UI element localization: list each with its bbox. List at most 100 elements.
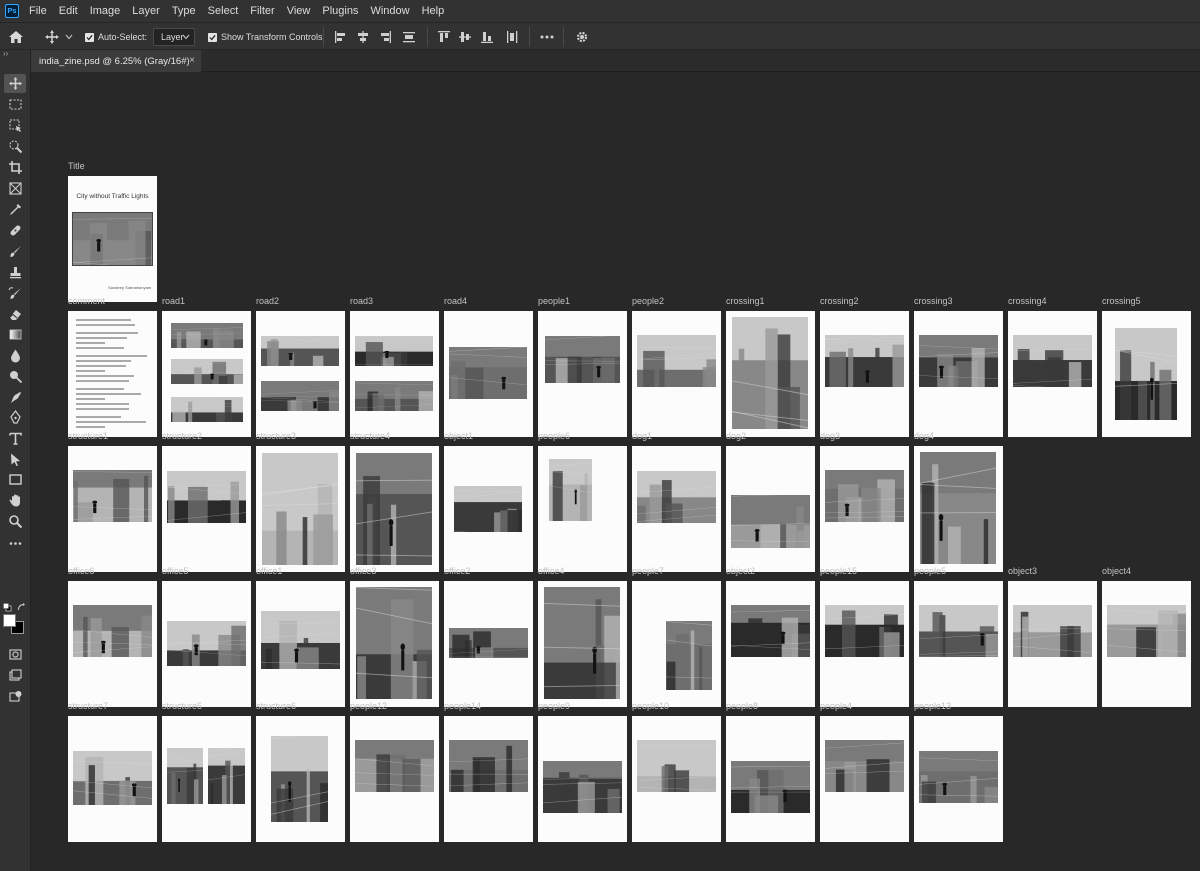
artboard-object2[interactable]: object2 (726, 566, 815, 707)
align-right-icon[interactable] (378, 23, 392, 51)
brush-tool-icon[interactable] (4, 242, 26, 261)
align-left-icon[interactable] (334, 23, 348, 51)
align-bottom-icon[interactable] (480, 23, 494, 51)
artboard-label[interactable]: crossing1 (726, 296, 765, 306)
artboard-label[interactable]: office2 (444, 566, 470, 576)
collapse-panel-icon[interactable]: ›› (0, 50, 31, 60)
artboard-crossing5[interactable]: crossing5 (1102, 296, 1191, 437)
menu-window[interactable]: Window (370, 5, 417, 17)
artboard-label[interactable]: Title (68, 161, 85, 171)
artboard-label[interactable]: road2 (256, 296, 279, 306)
artboard-label[interactable]: structure7 (68, 701, 108, 711)
menu-edit[interactable]: Edit (59, 5, 86, 17)
align-top-icon[interactable] (437, 23, 451, 51)
artboard-dog2[interactable]: dog2 (726, 431, 815, 572)
screen-mode-icon[interactable] (4, 666, 26, 685)
default-colors-icon[interactable] (3, 603, 12, 612)
artboard-label[interactable]: crossing4 (1008, 296, 1047, 306)
artboard-label[interactable]: object3 (1008, 566, 1037, 576)
crop-tool-icon[interactable] (4, 158, 26, 177)
show-transform-controls-checkbox[interactable]: Show Transform Controls (208, 23, 323, 51)
artboard-office4[interactable]: office4 (538, 566, 627, 707)
artboard-label[interactable]: office6 (68, 566, 94, 576)
artboard-people9[interactable]: people9 (538, 701, 627, 842)
eyedropper-tool-icon[interactable] (4, 200, 26, 219)
artboard-label[interactable]: object1 (444, 431, 473, 441)
artboard-people14[interactable]: people14 (444, 701, 533, 842)
artboard-people15[interactable]: people15 (820, 566, 909, 707)
dodge-tool-icon[interactable] (4, 367, 26, 386)
artboard-object3[interactable]: object3 (1008, 566, 1097, 707)
gear-icon[interactable] (575, 23, 589, 51)
artboard-object1[interactable]: object1 (444, 431, 533, 572)
artboard-road4[interactable]: road4 (444, 296, 533, 437)
artboard-dog3[interactable]: dog3 (820, 431, 909, 572)
menu-layer[interactable]: Layer (132, 5, 168, 17)
artboard-people2[interactable]: people2 (632, 296, 721, 437)
pen-tool-icon[interactable] (4, 408, 26, 427)
artboard-label[interactable]: comment (68, 296, 105, 306)
artboard-structure5[interactable]: structure5 (162, 701, 251, 842)
menu-view[interactable]: View (287, 5, 319, 17)
artboard-label[interactable]: road4 (444, 296, 467, 306)
swap-colors-icon[interactable] (17, 603, 26, 612)
artboard-label[interactable]: road1 (162, 296, 185, 306)
artboard-people4[interactable]: people4 (820, 701, 909, 842)
blur-tool-icon[interactable] (4, 346, 26, 365)
artboard-office3[interactable]: office3 (350, 566, 439, 707)
artboard-label[interactable]: dog4 (914, 431, 934, 441)
close-icon[interactable]: × (189, 55, 195, 66)
artboard-label[interactable]: people13 (914, 701, 951, 711)
artboard-label[interactable]: structure2 (162, 431, 202, 441)
type-tool-icon[interactable] (4, 429, 26, 448)
artboard-Title[interactable]: Title City without Traffic Lights Sandeep … (68, 161, 157, 302)
chevron-down-icon[interactable] (65, 23, 73, 51)
document-tab[interactable]: india_zine.psd @ 6.25% (Gray/16#) × (31, 50, 201, 72)
artboard-structure1[interactable]: structure1 (68, 431, 157, 572)
artboard-people10[interactable]: people10 (632, 701, 721, 842)
menu-select[interactable]: Select (208, 5, 247, 17)
hand-tool-icon[interactable] (4, 491, 26, 510)
artboard-label[interactable]: crossing2 (820, 296, 859, 306)
eraser-tool-icon[interactable] (4, 305, 26, 324)
artboard-label[interactable]: people10 (632, 701, 669, 711)
foreground-color-swatch[interactable] (3, 614, 16, 627)
artboard-label[interactable]: object4 (1102, 566, 1131, 576)
artboard-people7[interactable]: people7 (632, 566, 721, 707)
menu-help[interactable]: Help (422, 5, 453, 17)
home-icon[interactable] (8, 23, 24, 51)
artboard-label[interactable]: people7 (632, 566, 664, 576)
artboard-label[interactable]: office4 (538, 566, 564, 576)
path-select-tool-icon[interactable] (4, 450, 26, 469)
clone-stamp-tool-icon[interactable] (4, 263, 26, 282)
marquee-tool-icon[interactable] (4, 95, 26, 114)
menu-type[interactable]: Type (172, 5, 204, 17)
artboard-people5[interactable]: people5 (914, 566, 1003, 707)
artboard-crossing3[interactable]: crossing3 (914, 296, 1003, 437)
distribute-vertical-icon[interactable] (402, 23, 416, 51)
artboard-crossing4[interactable]: crossing4 (1008, 296, 1097, 437)
quick-mask-icon[interactable] (4, 645, 26, 664)
align-vertical-center-icon[interactable] (458, 23, 472, 51)
artboard-structure4[interactable]: structure4 (350, 431, 439, 572)
artboard-label[interactable]: dog1 (632, 431, 652, 441)
artboard-label[interactable]: object2 (726, 566, 755, 576)
more-options-icon[interactable] (540, 23, 554, 51)
artboard-label[interactable]: road3 (350, 296, 373, 306)
artboard-label[interactable]: people6 (538, 431, 570, 441)
artboard-label[interactable]: dog2 (726, 431, 746, 441)
distribute-horizontal-icon[interactable] (505, 23, 519, 51)
artboard-people12[interactable]: people12 (350, 701, 439, 842)
menu-plugins[interactable]: Plugins (322, 5, 366, 17)
artboard-label[interactable]: people1 (538, 296, 570, 306)
adjustment-icon[interactable] (4, 687, 26, 706)
artboard-road2[interactable]: road2 (256, 296, 345, 437)
artboard-label[interactable]: people15 (820, 566, 857, 576)
smudge-tool-icon[interactable] (4, 388, 26, 407)
artboard-label[interactable]: people2 (632, 296, 664, 306)
artboard-structure3[interactable]: structure3 (256, 431, 345, 572)
artboard-dog1[interactable]: dog1 (632, 431, 721, 572)
more-tools-icon[interactable] (4, 534, 26, 553)
move-tool-icon[interactable] (4, 74, 26, 93)
menu-filter[interactable]: Filter (250, 5, 282, 17)
